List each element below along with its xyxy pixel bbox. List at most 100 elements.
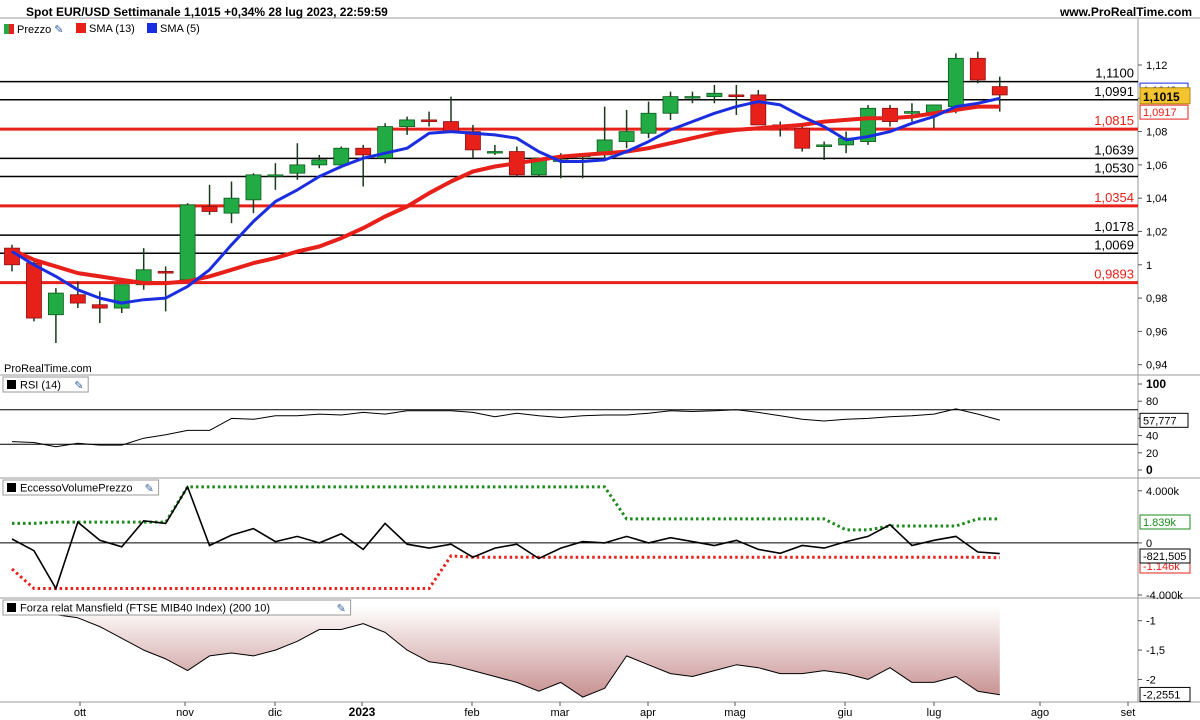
sma13-badge-label: 1,0917	[1143, 107, 1177, 119]
legend-price[interactable]: Prezzo ✎	[4, 23, 63, 36]
sma13-swatch-icon	[76, 23, 86, 33]
candle	[48, 288, 64, 344]
candle-body	[157, 271, 174, 274]
candle-body	[91, 304, 108, 309]
candle	[399, 116, 416, 135]
level-label: 1,0069	[1094, 237, 1134, 252]
candle-body	[816, 144, 833, 147]
rsi-y-tick-label: 80	[1146, 396, 1158, 408]
candle	[377, 123, 394, 164]
rsi-y-tick-label: 100	[1146, 377, 1166, 391]
level-label: 1,0991	[1094, 84, 1134, 99]
sma13-line	[11, 104, 1000, 286]
price-y-tick-label: 1,06	[1146, 160, 1167, 172]
candle	[4, 244, 20, 272]
rsi-title-label: RSI (14)	[20, 380, 61, 392]
mansfield-title: Forza relat Mansfield (FTSE MIB40 Index)…	[2, 599, 352, 616]
legend-sma13[interactable]: SMA (13)	[76, 23, 135, 35]
brand-link[interactable]: www.ProRealTime.com	[1060, 5, 1192, 19]
candle-body	[618, 131, 635, 142]
candle	[947, 53, 964, 114]
candle	[882, 104, 898, 127]
legend-sma5[interactable]: SMA (5)	[147, 23, 200, 35]
x-tick-label: mar	[551, 707, 570, 719]
mansfield-y-tick-label: -2	[1146, 674, 1156, 686]
price-y-tick-label: 0,96	[1146, 326, 1167, 338]
x-tick-label: dic	[268, 707, 283, 719]
candle	[838, 131, 854, 154]
price-swatch-icon	[4, 24, 14, 34]
candle	[662, 91, 679, 120]
candle	[640, 101, 657, 139]
candle-body	[223, 197, 240, 214]
candle	[860, 104, 876, 145]
evp-title-swatch-icon	[7, 483, 16, 492]
candle-body	[640, 112, 657, 134]
evp-y-tick-label: -4.000k	[1146, 590, 1183, 602]
rsi-title-swatch-icon	[7, 380, 16, 389]
price-y-tick-label: 0,94	[1146, 360, 1167, 372]
mansfield-y-tick-label: -1	[1146, 616, 1156, 628]
level-label: 1,0178	[1094, 219, 1134, 234]
wrench-icon[interactable]: ✎	[145, 483, 154, 495]
candle	[179, 203, 196, 282]
candle	[355, 144, 372, 187]
x-tick-label: apr	[640, 707, 656, 719]
x-tick-label: 2023	[349, 705, 376, 719]
rsi-title: RSI (14) ✎	[2, 376, 89, 393]
candle-body	[991, 86, 1008, 96]
candle-body	[728, 94, 745, 98]
candle	[969, 51, 986, 84]
evp-title-label: EccessoVolumePrezzo	[20, 483, 133, 495]
candle	[311, 154, 328, 169]
candle-body	[179, 204, 196, 281]
level-label: 0,9893	[1094, 267, 1134, 282]
candle	[486, 144, 503, 155]
candle-body	[355, 147, 372, 156]
candle-body	[486, 151, 503, 154]
x-tick-label: nov	[176, 707, 194, 719]
evp-badge-label: -821,505	[1143, 551, 1186, 563]
price-y-tick-label: 1,08	[1146, 127, 1167, 139]
candle-body	[26, 262, 42, 319]
evp-y-tick-label: 0	[1146, 538, 1152, 550]
candle-body	[48, 292, 64, 316]
mansfield-last-label: -2,2551	[1143, 689, 1180, 701]
last-price-label: 1,1015	[1143, 90, 1180, 104]
candle	[750, 89, 767, 126]
candle-body	[289, 164, 306, 174]
candle-body	[794, 127, 811, 149]
x-tick-label: set	[1121, 707, 1136, 719]
price-y-tick-label: 1,02	[1146, 226, 1167, 238]
candle	[201, 184, 218, 215]
level-label: 1,0354	[1094, 190, 1134, 205]
wrench-icon[interactable]: ✎	[337, 603, 346, 615]
price-y-tick-label: 1,12	[1146, 60, 1167, 72]
rsi-y-tick-label: 20	[1146, 448, 1158, 460]
legend-price-label: Prezzo	[17, 24, 52, 36]
rsi-line	[11, 408, 1000, 448]
price-y-tick-label: 0,98	[1146, 293, 1167, 305]
candle-body	[69, 294, 86, 304]
candle	[684, 91, 701, 104]
candle-body	[399, 119, 416, 127]
rsi-y-tick-label: 0	[1146, 463, 1153, 477]
rsi-last-label: 57,777	[1143, 415, 1177, 427]
candle-body	[684, 96, 701, 99]
candle-body	[947, 57, 964, 107]
watermark: ProRealTime.com	[4, 363, 92, 375]
evp-red-dotted-line	[11, 554, 1000, 590]
candle-body	[706, 92, 723, 98]
wrench-icon[interactable]: ✎	[74, 380, 83, 392]
level-label: 1,0639	[1094, 142, 1134, 157]
x-tick-label: ago	[1031, 707, 1049, 719]
evp-badge-label: 1.839k	[1143, 517, 1177, 529]
wrench-icon[interactable]: ✎	[54, 24, 63, 36]
candle	[816, 141, 833, 160]
x-tick-label: feb	[464, 707, 479, 719]
candle	[267, 163, 284, 190]
legend-sma13-label: SMA (13)	[89, 23, 135, 35]
candle	[421, 111, 437, 127]
evp-title: EccessoVolumePrezzo ✎	[2, 479, 160, 496]
candle	[794, 124, 811, 152]
